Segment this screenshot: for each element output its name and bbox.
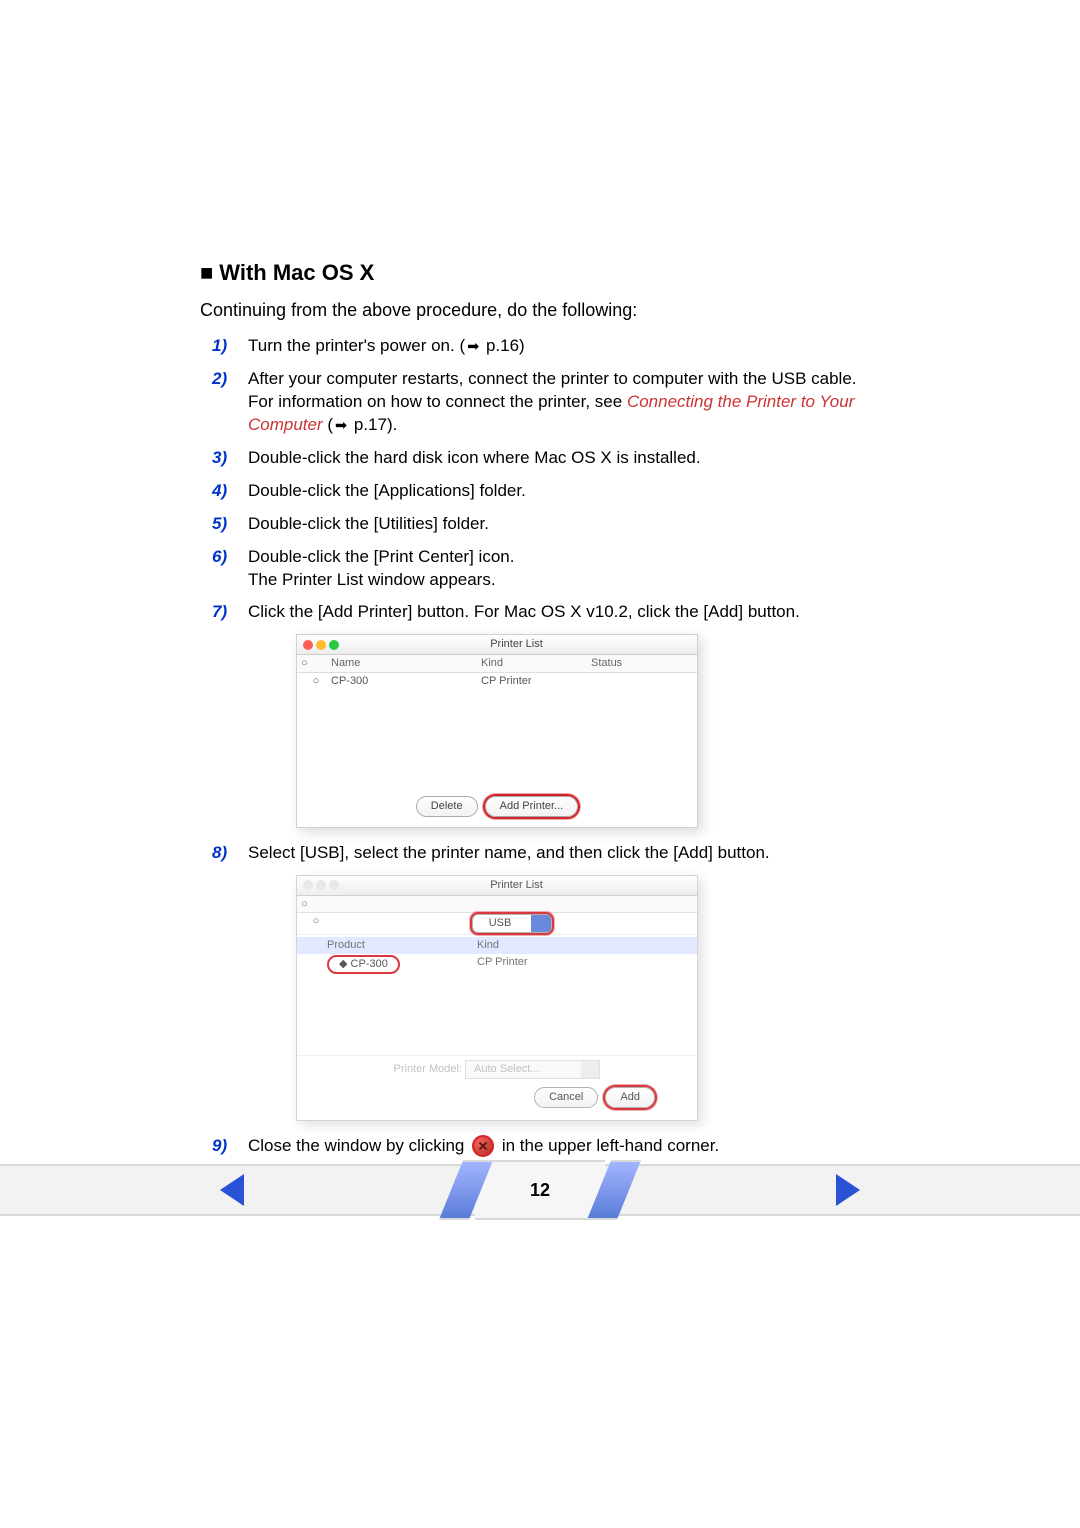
row-kind: CP Printer [477, 955, 597, 974]
toolbar-row: ○ [297, 896, 697, 914]
row-name: CP-300 [331, 674, 481, 689]
window-titlebar: Printer List [297, 635, 697, 655]
button-row: Cancel Add [297, 1081, 697, 1118]
table-header: Product Kind [297, 937, 697, 954]
model-label: Printer Model: [394, 1063, 462, 1075]
add-printer-button[interactable]: Add Printer... [485, 796, 579, 817]
heading-text: With Mac OS X [219, 260, 374, 285]
page-ref-icon [333, 414, 349, 437]
table-body-blank [297, 975, 697, 1056]
heading-bullet: ■ [200, 260, 213, 285]
page-number-badge: 12 [475, 1160, 605, 1220]
table-header: ○ Name Kind Status [297, 655, 697, 673]
printer-model-row: Printer Model: Auto Select... [297, 1056, 697, 1081]
inner-panel: Product Kind ◆ CP-300 CP Printer Printer… [297, 934, 697, 1119]
cancel-button[interactable]: Cancel [534, 1087, 598, 1108]
chevron-down-icon [581, 1061, 599, 1078]
printer-list-screenshot-1: Printer List ○ Name Kind Status ○ CP-300… [296, 634, 698, 827]
col-product: Product [327, 938, 477, 953]
table-row[interactable]: ○ CP-300 CP Printer [297, 673, 697, 690]
table-body-blank [297, 690, 697, 790]
step-2: After your computer restarts, connect th… [200, 368, 880, 437]
zoom-icon[interactable] [329, 880, 339, 890]
page-number: 12 [530, 1180, 550, 1201]
col-name: Name [331, 656, 481, 671]
page-ref-icon [465, 335, 481, 358]
connection-dropdown[interactable]: USB [472, 914, 553, 933]
step-list: Turn the printer's power on. ( p.16) Aft… [200, 335, 880, 1158]
step-4: Double-click the [Applications] folder. [200, 480, 880, 503]
row-product: ◆ CP-300 [327, 955, 400, 974]
intro-text: Continuing from the above procedure, do … [200, 300, 880, 321]
close-window-icon [472, 1135, 494, 1157]
model-value: Auto Select... [474, 1063, 539, 1075]
step-7: Click the [Add Printer] button. For Mac … [200, 601, 880, 827]
step-6: Double-click the [Print Center] icon. Th… [200, 546, 880, 592]
row-radio[interactable]: ○ [301, 674, 331, 689]
col-kind: Kind [481, 656, 591, 671]
close-icon[interactable] [303, 880, 313, 890]
dropdown-row: ○ USB [297, 913, 697, 934]
window-title: Printer List [342, 878, 691, 893]
col-kind: Kind [477, 938, 597, 953]
step-1: Turn the printer's power on. ( p.16) [200, 335, 880, 358]
minimize-icon[interactable] [316, 880, 326, 890]
next-page-button[interactable] [836, 1174, 860, 1206]
button-row: Delete Add Printer... [297, 790, 697, 827]
printer-list-screenshot-2: Printer List ○ ○ USB Produ [296, 875, 698, 1121]
delete-button[interactable]: Delete [416, 796, 478, 817]
step-9: Close the window by clicking in the uppe… [200, 1135, 880, 1158]
chevron-down-icon [531, 915, 551, 932]
window-title: Printer List [342, 637, 691, 652]
step-3: Double-click the hard disk icon where Ma… [200, 447, 880, 470]
document-page: ■With Mac OS X Continuing from the above… [0, 0, 1080, 1528]
col-status: Status [591, 656, 693, 671]
dropdown-value: USB [489, 917, 512, 929]
step-8: Select [USB], select the printer name, a… [200, 842, 880, 1121]
model-dropdown[interactable]: Auto Select... [465, 1060, 600, 1079]
minimize-icon[interactable] [316, 640, 326, 650]
page-footer: 12 [0, 1162, 1080, 1218]
row-kind: CP Printer [481, 674, 591, 689]
step-5: Double-click the [Utilities] folder. [200, 513, 880, 536]
window-titlebar: Printer List [297, 876, 697, 896]
radio-col: ○ [301, 656, 331, 671]
section-heading: ■With Mac OS X [200, 260, 880, 286]
add-button[interactable]: Add [605, 1087, 655, 1108]
close-icon[interactable] [303, 640, 313, 650]
prev-page-button[interactable] [220, 1174, 244, 1206]
zoom-icon[interactable] [329, 640, 339, 650]
table-row[interactable]: ◆ CP-300 CP Printer [297, 954, 697, 975]
